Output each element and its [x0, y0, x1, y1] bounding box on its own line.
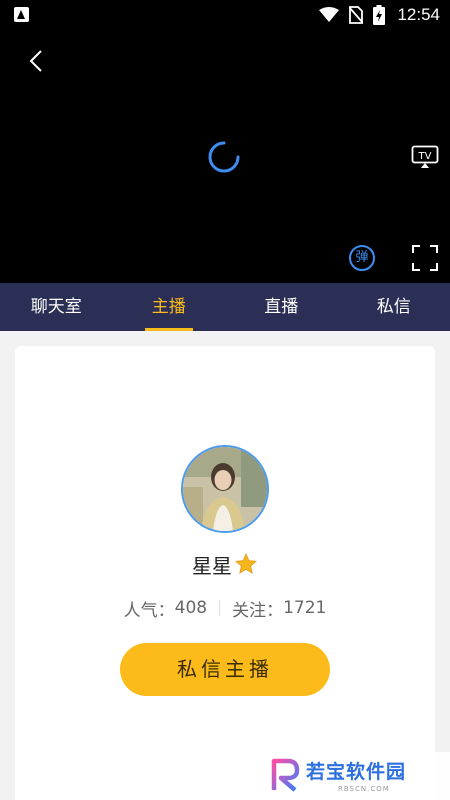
status-icons: 12:54 [319, 4, 440, 26]
private-message-anchor-button[interactable]: 私信主播 [120, 643, 330, 696]
anchor-card: 星星 人气： 408 关注： 1721 私信主播 [15, 346, 435, 800]
tab-live[interactable]: 直播 [225, 283, 338, 331]
no-sim-icon [349, 6, 364, 24]
popularity-count: 408 [174, 598, 208, 618]
tab-private-message[interactable]: 私信 [338, 283, 450, 331]
avatar[interactable] [181, 445, 269, 533]
fullscreen-icon[interactable] [412, 245, 438, 271]
loading-spinner-icon [208, 141, 240, 173]
anchor-name-row: 星星 [15, 549, 435, 579]
tab-bar: 聊天室 主播 直播 私信 [0, 283, 450, 331]
back-arrow-icon[interactable] [22, 46, 52, 76]
watermark-text: 若宝软件园 [306, 761, 407, 783]
tab-anchor[interactable]: 主播 [113, 283, 226, 331]
follow-label: 关注： [232, 600, 284, 621]
watermark: 若宝软件园 RBSCN.COM [262, 752, 450, 800]
danmu-label: 弹 [355, 250, 369, 265]
star-icon [235, 553, 257, 574]
watermark-subtext: RBSCN.COM [338, 785, 390, 793]
popularity-label: 人气： [123, 600, 175, 621]
battery-charging-icon [373, 5, 386, 25]
anchor-stats: 人气： 408 关注： 1721 [15, 596, 435, 621]
wifi-icon [319, 7, 340, 22]
status-bar: 12:54 [0, 0, 450, 30]
app-notification-icon [14, 7, 29, 22]
watermark-logo-icon [271, 758, 300, 792]
stats-divider [219, 600, 221, 616]
anchor-name: 星星 [192, 553, 232, 578]
avatar-image [183, 447, 267, 531]
danmu-toggle-button[interactable]: 弹 [349, 245, 375, 271]
tab-chatroom[interactable]: 聊天室 [0, 283, 113, 331]
tv-label: TV [418, 151, 432, 162]
video-player[interactable]: TV 弹 [0, 30, 450, 283]
status-time: 12:54 [397, 5, 440, 24]
follow-count: 1721 [283, 598, 327, 618]
tv-cast-icon[interactable]: TV [411, 145, 439, 169]
